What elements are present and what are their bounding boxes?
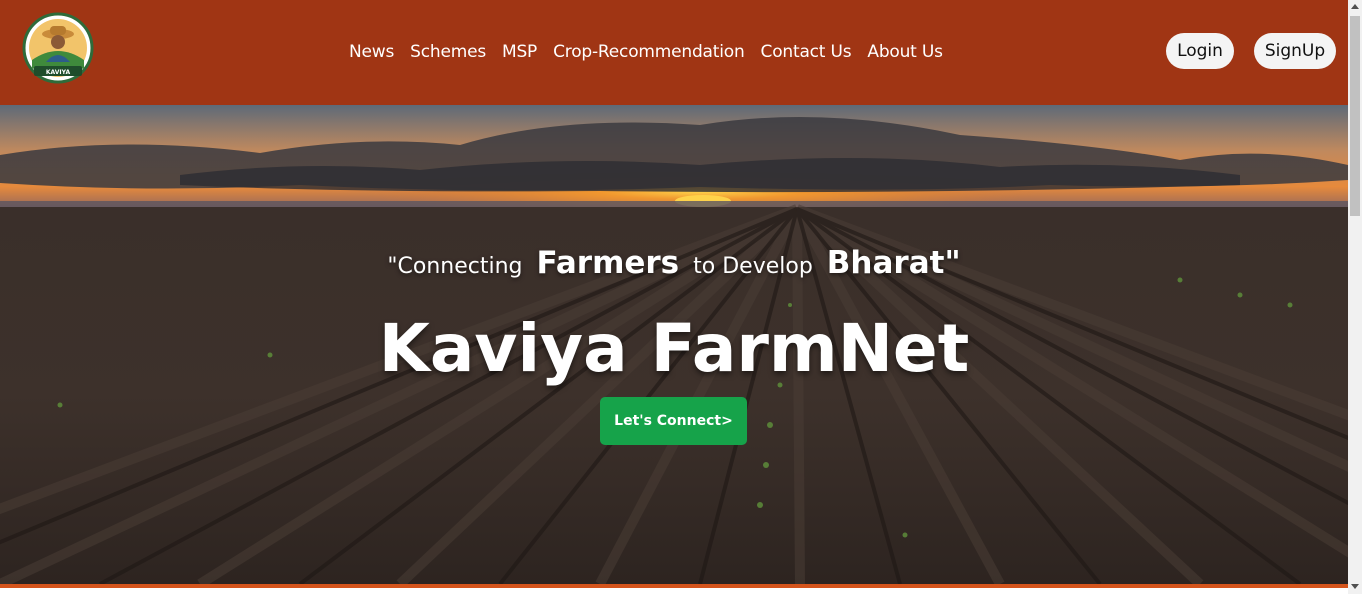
- hero-title: Kaviya FarmNet: [378, 310, 970, 387]
- tagline-connecting: "Connecting: [387, 254, 523, 279]
- accent-divider: [0, 584, 1348, 588]
- scrollbar-thumb[interactable]: [1350, 16, 1360, 216]
- logo-text: KAVIYA: [46, 69, 71, 76]
- brand-logo[interactable]: KAVIYA: [22, 12, 94, 86]
- scroll-down-arrow-icon[interactable]: [1351, 584, 1359, 589]
- tagline-bharat: Bharat": [826, 245, 961, 281]
- tagline-to-develop: to Develop: [693, 254, 813, 279]
- tagline-farmers: Farmers: [536, 245, 680, 281]
- farmer-logo-icon: KAVIYA: [22, 12, 94, 84]
- nav-link-news[interactable]: News: [349, 42, 394, 62]
- hero-section: "Connecting Farmers to Develop Bharat" K…: [0, 105, 1348, 584]
- login-button[interactable]: Login: [1166, 33, 1234, 69]
- nav-link-msp[interactable]: MSP: [502, 42, 537, 62]
- signup-button[interactable]: SignUp: [1254, 33, 1336, 69]
- nav-link-crop-recommendation[interactable]: Crop-Recommendation: [553, 42, 745, 62]
- hero-tagline: "Connecting Farmers to Develop Bharat": [0, 245, 1348, 289]
- nav-link-schemes[interactable]: Schemes: [410, 42, 486, 62]
- lets-connect-button[interactable]: Let's Connect>: [600, 397, 747, 445]
- navbar: KAVIYA News Schemes MSP Crop-Recommendat…: [0, 0, 1348, 105]
- nav-link-about-us[interactable]: About Us: [867, 42, 943, 62]
- main-nav: News Schemes MSP Crop-Recommendation Con…: [349, 38, 943, 66]
- nav-link-contact-us[interactable]: Contact Us: [761, 42, 852, 62]
- scroll-up-arrow-icon[interactable]: [1351, 4, 1359, 9]
- page-scrollbar[interactable]: [1348, 0, 1362, 594]
